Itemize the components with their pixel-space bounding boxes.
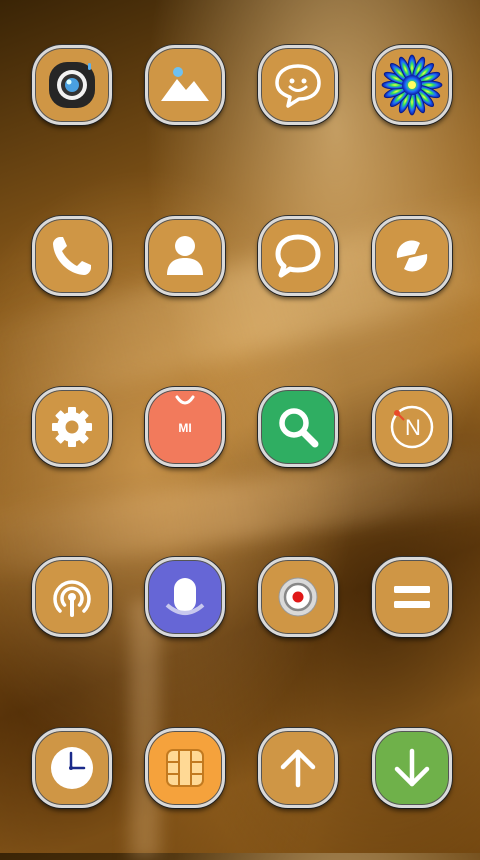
compass-icon: N xyxy=(390,405,434,449)
compass-app-icon[interactable]: N xyxy=(372,387,452,467)
compass-label: N xyxy=(405,415,421,440)
chat-app-icon[interactable] xyxy=(258,216,338,296)
contacts-app-icon[interactable] xyxy=(145,216,225,296)
themes-app-icon[interactable] xyxy=(372,45,452,125)
settings-icon xyxy=(52,407,92,447)
sim-toolkit-app-icon[interactable] xyxy=(145,728,225,808)
themes-icon xyxy=(381,54,443,116)
voice-recorder-app-icon[interactable] xyxy=(145,557,225,637)
phone-icon xyxy=(53,237,91,275)
calculator-app-icon[interactable] xyxy=(372,557,452,637)
downloads-app-icon[interactable] xyxy=(372,728,452,808)
settings-app-icon[interactable] xyxy=(32,387,112,467)
screen-recorder-app-icon[interactable] xyxy=(258,557,338,637)
updater-icon xyxy=(280,749,316,788)
chat-bubble-icon xyxy=(275,234,321,278)
contacts-icon xyxy=(167,236,203,275)
mi-store-label: MI xyxy=(178,421,191,435)
wireless-icon xyxy=(53,580,91,617)
messages-app-icon[interactable] xyxy=(258,45,338,125)
clock-app-icon[interactable] xyxy=(32,728,112,808)
sync-app-icon[interactable] xyxy=(372,216,452,296)
wallpaper-streak xyxy=(130,600,160,860)
voice-recorder-icon xyxy=(165,578,205,615)
sync-icon xyxy=(396,240,428,272)
mi-store-icon: MI xyxy=(175,395,195,435)
search-icon xyxy=(279,408,319,448)
sim-toolkit-icon xyxy=(166,749,204,787)
wireless-app-icon[interactable] xyxy=(32,557,112,637)
screen-recorder-icon xyxy=(278,577,318,617)
gallery-icon xyxy=(161,67,209,101)
gallery-app-icon[interactable] xyxy=(145,45,225,125)
mi-store-app-icon[interactable]: MI xyxy=(145,387,225,467)
camera-icon xyxy=(49,62,95,108)
messages-icon xyxy=(275,64,321,108)
camera-app-icon[interactable] xyxy=(32,45,112,125)
phone-app-icon[interactable] xyxy=(32,216,112,296)
downloads-icon xyxy=(394,748,430,787)
updater-app-icon[interactable] xyxy=(258,728,338,808)
calculator-icon xyxy=(394,586,430,608)
search-app-icon[interactable] xyxy=(258,387,338,467)
clock-icon xyxy=(51,747,93,789)
